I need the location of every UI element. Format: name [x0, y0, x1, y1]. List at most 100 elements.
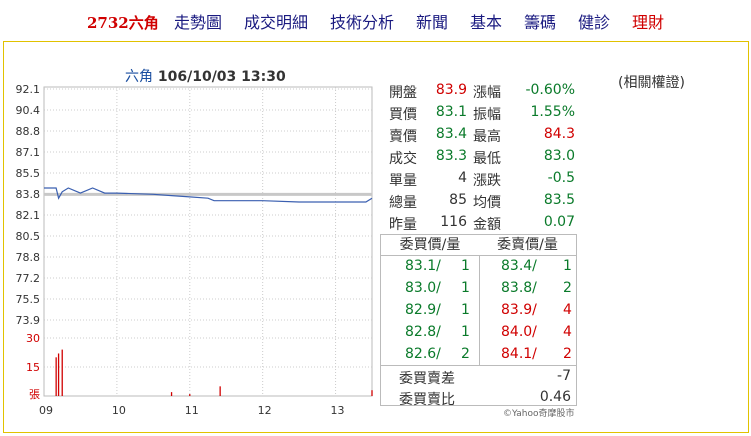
- quote-row: 成交 83.3 最低 83.0: [389, 146, 575, 168]
- nav-item-basic[interactable]: 基本: [470, 13, 502, 33]
- quote-label: 漲跌: [473, 173, 501, 189]
- bid-cell: 1: [461, 324, 470, 340]
- diff-value: -7: [557, 368, 571, 384]
- quote-label: 買價: [389, 107, 417, 123]
- quote-row: 總量 85 均價 83.5: [389, 190, 575, 212]
- ask-cell: 2: [563, 346, 572, 362]
- nav-item-news[interactable]: 新聞: [416, 13, 448, 33]
- ratio-label: 委買賣比: [399, 392, 455, 408]
- quote-label: 振幅: [473, 107, 501, 123]
- related-warrants-link[interactable]: (相關權證): [618, 72, 685, 92]
- volume-tick-label: 張: [29, 388, 40, 401]
- quote-label: 總量: [389, 195, 417, 211]
- book-row: 82.8/1 84.0/4: [381, 322, 576, 344]
- quote-value: 1.55%: [530, 104, 575, 120]
- price-tick-label: 85.5: [16, 167, 41, 180]
- ask-cell: 2: [563, 280, 572, 296]
- order-book: 委買價/量 委賣價/量 83.1/1 83.4/1 83.0/1 83.8/2 82.9/1…: [380, 234, 577, 408]
- price-tick-label: 80.5: [16, 230, 41, 243]
- quote-value: 83.0: [543, 148, 575, 164]
- quote-table: 開盤 83.9 漲幅 -0.60% 買價 83.1 振幅 1.55% 賣價 83.4 最高 84.3 成…: [389, 80, 575, 234]
- quote-row: 賣價 83.4 最高 84.3: [389, 124, 575, 146]
- bid-cell: 82.8/: [405, 324, 441, 340]
- nav-item-finance[interactable]: 理財: [632, 13, 664, 33]
- ask-cell: 1: [563, 258, 572, 274]
- quote-label: 單量: [389, 173, 417, 189]
- quote-value: -0.5: [547, 170, 575, 186]
- quote-label: 最高: [473, 129, 501, 145]
- ratio-value: 0.46: [539, 389, 571, 405]
- quote-value: 83.5: [543, 192, 575, 208]
- ask-cell: 83.9/: [501, 302, 537, 318]
- quote-row: 昨量 116 金額 0.07: [389, 212, 575, 234]
- volume-tick-label: 30: [26, 332, 40, 345]
- price-tick-label: 77.2: [16, 272, 41, 285]
- quote-label: 均價: [473, 195, 501, 211]
- bid-cell: 2: [461, 346, 470, 362]
- book-row: 83.1/1 83.4/1: [381, 256, 576, 278]
- price-tick-label: 92.1: [16, 83, 41, 96]
- quote-label: 金額: [473, 217, 501, 233]
- time-axis: 09 10 11 12 13: [39, 404, 345, 417]
- yahoo-credit: ©Yahoo奇摩股市: [503, 409, 575, 419]
- chart-frame: [43, 86, 373, 397]
- quote-value: -0.60%: [525, 82, 575, 98]
- price-tick-label: 73.9: [16, 314, 41, 327]
- bid-cell: 82.6/: [405, 346, 441, 362]
- quote-label: 昨量: [389, 217, 417, 233]
- quote-value: 83.4: [435, 126, 467, 142]
- quote-value: 83.9: [435, 82, 467, 98]
- diff-label: 委買賣差: [399, 371, 455, 387]
- bid-cell: 82.9/: [405, 302, 441, 318]
- price-tick-label: 88.8: [16, 125, 41, 138]
- quote-row: 買價 83.1 振幅 1.55%: [389, 102, 575, 124]
- bid-cell: 1: [461, 280, 470, 296]
- price-tick-label: 75.5: [16, 293, 41, 306]
- price-tick-label: 90.4: [16, 104, 41, 117]
- ask-cell: 84.0/: [501, 324, 537, 340]
- ask-header: 委賣價/量: [479, 235, 576, 256]
- ask-cell: 84.1/: [501, 346, 537, 362]
- bid-cell: 83.1/: [405, 258, 441, 274]
- bid-cell: 1: [461, 258, 470, 274]
- volume-bars: [55, 349, 373, 396]
- price-tick-label: 83.8: [16, 188, 41, 201]
- quote-label: 成交: [389, 151, 417, 167]
- ask-cell: 83.4/: [501, 258, 537, 274]
- ask-cell: 83.8/: [501, 280, 537, 296]
- chart-grid: [43, 86, 373, 397]
- nav-item-health[interactable]: 健診: [578, 13, 610, 33]
- quote-value: 84.3: [543, 126, 575, 142]
- quote-row: 開盤 83.9 漲幅 -0.60%: [389, 80, 575, 102]
- ask-cell: 4: [563, 302, 572, 318]
- book-row: 82.6/2 84.1/2: [381, 344, 576, 366]
- quote-value: 83.1: [435, 104, 467, 120]
- intraday-chart: 92.1 90.4 88.8 87.1 85.5 83.8 82.1 80.5 78.8 77.2…: [16, 83, 373, 417]
- price-axis: 92.1 90.4 88.8 87.1 85.5 83.8 82.1 80.5 78.8 77.2…: [16, 83, 41, 327]
- quote-label: 賣價: [389, 129, 417, 145]
- time-tick-label: 11: [185, 404, 199, 417]
- quote-value: 116: [440, 214, 467, 230]
- price-tick-label: 82.1: [16, 209, 41, 222]
- quote-value: 4: [458, 170, 467, 186]
- time-tick-label: 10: [112, 404, 126, 417]
- volume-tick-label: 15: [26, 361, 40, 374]
- quote-label: 開盤: [389, 85, 417, 101]
- quote-value: 85: [449, 192, 467, 208]
- price-tick-label: 87.1: [16, 146, 41, 159]
- time-tick-label: 13: [331, 404, 345, 417]
- time-tick-label: 09: [39, 404, 53, 417]
- book-row: 82.9/1 83.9/4: [381, 300, 576, 322]
- volume-axis: 30 15 張: [26, 332, 40, 401]
- bid-header: 委買價/量: [381, 235, 480, 256]
- quote-value: 83.3: [435, 148, 467, 164]
- nav-item-chips[interactable]: 籌碼: [524, 13, 556, 33]
- quote-label: 漲幅: [473, 85, 501, 101]
- quote-value: 0.07: [543, 214, 575, 230]
- time-tick-label: 12: [258, 404, 272, 417]
- book-row: 83.0/1 83.8/2: [381, 278, 576, 300]
- bid-cell: 83.0/: [405, 280, 441, 296]
- price-tick-label: 78.8: [16, 251, 41, 264]
- bid-cell: 1: [461, 302, 470, 318]
- ask-cell: 4: [563, 324, 572, 340]
